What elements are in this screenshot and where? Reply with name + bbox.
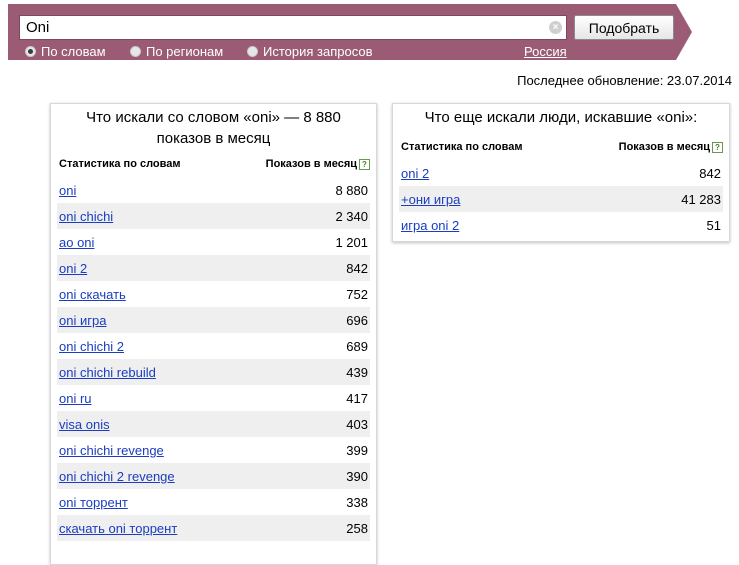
impressions-count: 1 201	[335, 235, 368, 250]
table-row: oni 2 842	[399, 160, 723, 186]
table-row: oni скачать 752	[57, 281, 370, 307]
impressions-count: 439	[346, 365, 368, 380]
column-count-text: Показов в месяц	[265, 158, 357, 170]
phrase-link[interactable]: игра oni 2	[401, 218, 459, 233]
impressions-count: 842	[346, 261, 368, 276]
impressions-count: 696	[346, 313, 368, 328]
phrase-link[interactable]: oni chichi 2	[59, 339, 124, 354]
words-panel: Что искали со словом «oni» — 8 880 показ…	[50, 103, 377, 565]
impressions-count: 258	[346, 521, 368, 536]
phrase-link[interactable]: oni торрент	[59, 495, 128, 510]
submit-button[interactable]: Подобрать	[574, 15, 674, 40]
table-row: visa onis 403	[57, 411, 370, 437]
column-header: Статистика по словам Показов в месяц ?	[401, 141, 723, 157]
impressions-count: 338	[346, 495, 368, 510]
impressions-count: 390	[346, 469, 368, 484]
impressions-count: 417	[346, 391, 368, 406]
phrase-link[interactable]: oni	[59, 183, 76, 198]
phrase-link[interactable]: oni 2	[59, 261, 87, 276]
panel-title: Что еще искали люди, искавшие «oni»:	[424, 109, 698, 126]
impressions-count: 8 880	[335, 183, 368, 198]
phrase-link[interactable]: oni скачать	[59, 287, 126, 302]
search-box: ×	[19, 15, 567, 40]
table-row: oni chichi rebuild 439	[57, 359, 370, 385]
impressions-count: 842	[699, 166, 721, 181]
impressions-count: 399	[346, 443, 368, 458]
impressions-count: 51	[706, 218, 721, 233]
table-row: oni chichi revenge 399	[57, 437, 370, 463]
table-row: oni 2 842	[57, 255, 370, 281]
phrase-link[interactable]: oni chichi rebuild	[59, 365, 156, 380]
phrase-link[interactable]: oni chichi 2 revenge	[59, 469, 175, 484]
table-row: игра oni 2 51	[399, 212, 723, 238]
table-row: +они игра 41 283	[399, 186, 723, 212]
column-count-label: Показов в месяц ?	[619, 141, 723, 153]
column-count-text: Показов в месяц	[618, 141, 710, 153]
last-update: Последнее обновление: 23.07.2014	[517, 73, 732, 88]
phrase-link[interactable]: скачать oni торрент	[59, 521, 177, 536]
help-icon[interactable]: ?	[712, 141, 723, 153]
phrase-link[interactable]: oni 2	[401, 166, 429, 181]
radio-selected-icon[interactable]	[25, 46, 36, 57]
impressions-count: 2 340	[335, 209, 368, 224]
radio-icon[interactable]	[247, 46, 258, 57]
impressions-count: 41 283	[681, 192, 721, 207]
phrase-link[interactable]: +они игра	[401, 192, 460, 207]
region-link[interactable]: Россия	[524, 44, 567, 59]
mode-label: По регионам	[146, 44, 224, 59]
table-row: oni chichi 2 689	[57, 333, 370, 359]
impressions-count: 403	[346, 417, 368, 432]
column-word-label: Статистика по словам	[401, 141, 523, 153]
table-row: oni chichi 2 340	[57, 203, 370, 229]
phrase-link[interactable]: oni chichi	[59, 209, 113, 224]
mode-history[interactable]: История запросов	[247, 44, 373, 59]
phrase-link[interactable]: visa onis	[59, 417, 110, 432]
table-row: oni chichi 2 revenge 390	[57, 463, 370, 489]
phrase-link[interactable]: oni ru	[59, 391, 92, 406]
clear-icon[interactable]: ×	[549, 21, 562, 34]
column-header: Статистика по словам Показов в месяц ?	[59, 158, 370, 174]
radio-icon[interactable]	[130, 46, 141, 57]
column-word-label: Статистика по словам	[59, 158, 181, 170]
mode-by-words[interactable]: По словам	[25, 44, 106, 59]
panel-title: Что искали со словом «oni» — 8 880 показ…	[86, 109, 341, 147]
help-icon[interactable]: ?	[359, 158, 370, 170]
mode-label: По словам	[41, 44, 106, 59]
table-row: ao oni 1 201	[57, 229, 370, 255]
table-row: oni ru 417	[57, 385, 370, 411]
words-table: oni 8 880 oni chichi 2 340 ao oni 1 201 oni 2 8…	[57, 177, 370, 541]
phrase-link[interactable]: oni игра	[59, 313, 106, 328]
column-count-label: Показов в месяц ?	[266, 158, 370, 170]
table-row: oni 8 880	[57, 177, 370, 203]
table-row: oni торрент 338	[57, 489, 370, 515]
phrase-link[interactable]: ao oni	[59, 235, 94, 250]
search-bar: × Подобрать По словам По регионам Истори…	[8, 4, 692, 60]
mode-by-regions[interactable]: По регионам	[130, 44, 223, 59]
phrase-link[interactable]: oni chichi revenge	[59, 443, 164, 458]
mode-label: История запросов	[263, 44, 373, 59]
search-input[interactable]	[20, 16, 540, 39]
impressions-count: 752	[346, 287, 368, 302]
related-panel: Что еще искали люди, искавшие «oni»: Ста…	[392, 103, 730, 242]
table-row: oni игра 696	[57, 307, 370, 333]
related-table: oni 2 842 +они игра 41 283 игра oni 2 51	[399, 160, 723, 238]
table-row: скачать oni торрент 258	[57, 515, 370, 541]
impressions-count: 689	[346, 339, 368, 354]
